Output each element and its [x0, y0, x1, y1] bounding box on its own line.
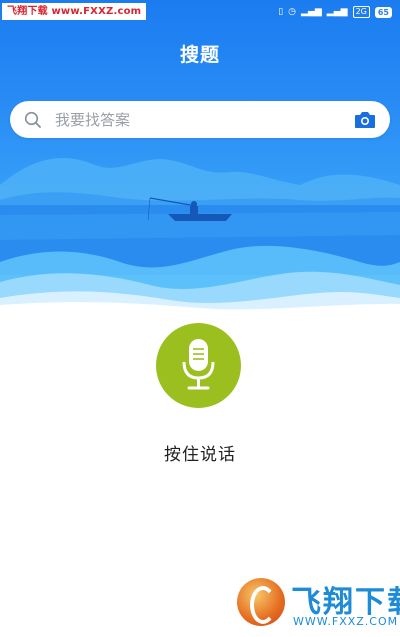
header-banner: 飞翔下载 www.FXXZ.com ▯ ◷ ▂▄▆ ▂▄▆ 2G 65 搜题 — [0, 0, 400, 320]
watermark-logo-icon — [237, 578, 285, 626]
watermark-url: WWW.FXXZ.COM — [293, 615, 399, 628]
status-bar: 飞翔下载 www.FXXZ.com ▯ ◷ ▂▄▆ ▂▄▆ 2G 65 — [0, 0, 400, 24]
page-title: 搜题 — [179, 44, 220, 66]
signal-icon: ▂▄▆ — [301, 7, 322, 17]
watermark-logo: 飞翔下载 WWW.FXXZ.COM — [233, 573, 400, 635]
voice-hint-label: 按住说话 — [164, 445, 236, 465]
search-bar[interactable] — [10, 101, 390, 138]
signal-icon-2: ▂▄▆ — [326, 7, 348, 17]
vibrate-icon: ▯ — [278, 7, 284, 17]
microphone-icon — [182, 339, 215, 390]
voice-input-button[interactable] — [156, 323, 241, 408]
watermark-banner: 飞翔下载 www.FXXZ.com — [2, 3, 147, 20]
battery-icon: 65 — [374, 6, 392, 18]
network-badge: 2G — [352, 6, 370, 18]
search-input[interactable] — [55, 101, 345, 138]
camera-icon[interactable] — [354, 110, 376, 129]
search-icon — [24, 111, 41, 128]
status-icons: ▯ ◷ ▂▄▆ ▂▄▆ 2G 65 — [278, 4, 392, 20]
alarm-icon: ◷ — [288, 7, 297, 17]
